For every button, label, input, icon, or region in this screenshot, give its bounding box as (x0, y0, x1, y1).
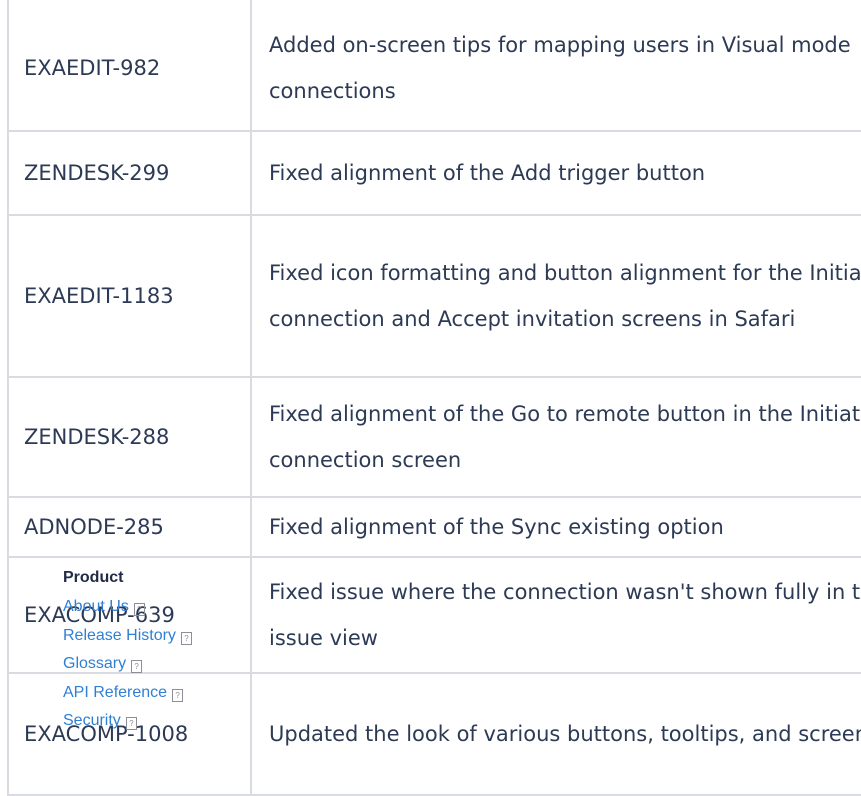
issue-description: Fixed alignment of the Add trigger butto… (250, 130, 861, 216)
external-link-icon: ? (125, 717, 137, 730)
footer-link-glossary[interactable]: Glossary? (63, 650, 192, 679)
footer-product-menu: Product About Us? Release History? Gloss… (63, 563, 192, 736)
external-link-icon: ? (180, 631, 192, 645)
issue-description: Added on-screen tips for mapping users i… (250, 0, 861, 132)
footer-link-release-history[interactable]: Release History? (63, 622, 192, 651)
external-link-icon: ? (172, 688, 184, 702)
issue-key: EXAEDIT-1183 (7, 214, 252, 378)
external-link-icon: ? (131, 660, 143, 673)
issue-description: Fixed issue where the connection wasn't … (250, 556, 861, 674)
issue-key: ADNODE-285 (7, 496, 252, 558)
table-row: EXAEDIT-1183 Fixed icon formatting and b… (7, 214, 861, 378)
footer-heading: Product (63, 569, 124, 586)
footer-link-label: Release History (63, 626, 176, 644)
issue-description: Fixed icon formatting and button alignme… (250, 214, 861, 378)
footer-link-api-reference[interactable]: API Reference? (63, 679, 192, 708)
table-row: EXAEDIT-982 Added on-screen tips for map… (7, 0, 861, 132)
footer-link-label: API Reference (63, 683, 168, 701)
issue-description: Updated the look of various buttons, too… (250, 672, 861, 796)
footer-link-label: About Us (63, 598, 129, 615)
footer-link-label: Security (63, 712, 121, 729)
issue-description: Fixed alignment of the Go to remote butt… (250, 376, 861, 498)
table-row: ZENDESK-288 Fixed alignment of the Go to… (7, 376, 861, 498)
issue-key: EXAEDIT-982 (7, 0, 252, 132)
issue-key: ZENDESK-299 (7, 130, 252, 216)
external-link-icon: ? (133, 603, 145, 616)
footer-link-security[interactable]: Security? (63, 707, 192, 736)
footer-link-about-us[interactable]: About Us? (63, 593, 192, 622)
table-row: ZENDESK-299 Fixed alignment of the Add t… (7, 130, 861, 216)
table-row: ADNODE-285 Fixed alignment of the Sync e… (7, 496, 861, 558)
issue-description: Fixed alignment of the Sync existing opt… (250, 496, 861, 558)
issue-key: ZENDESK-288 (7, 376, 252, 498)
footer-link-label: Glossary (63, 655, 127, 672)
